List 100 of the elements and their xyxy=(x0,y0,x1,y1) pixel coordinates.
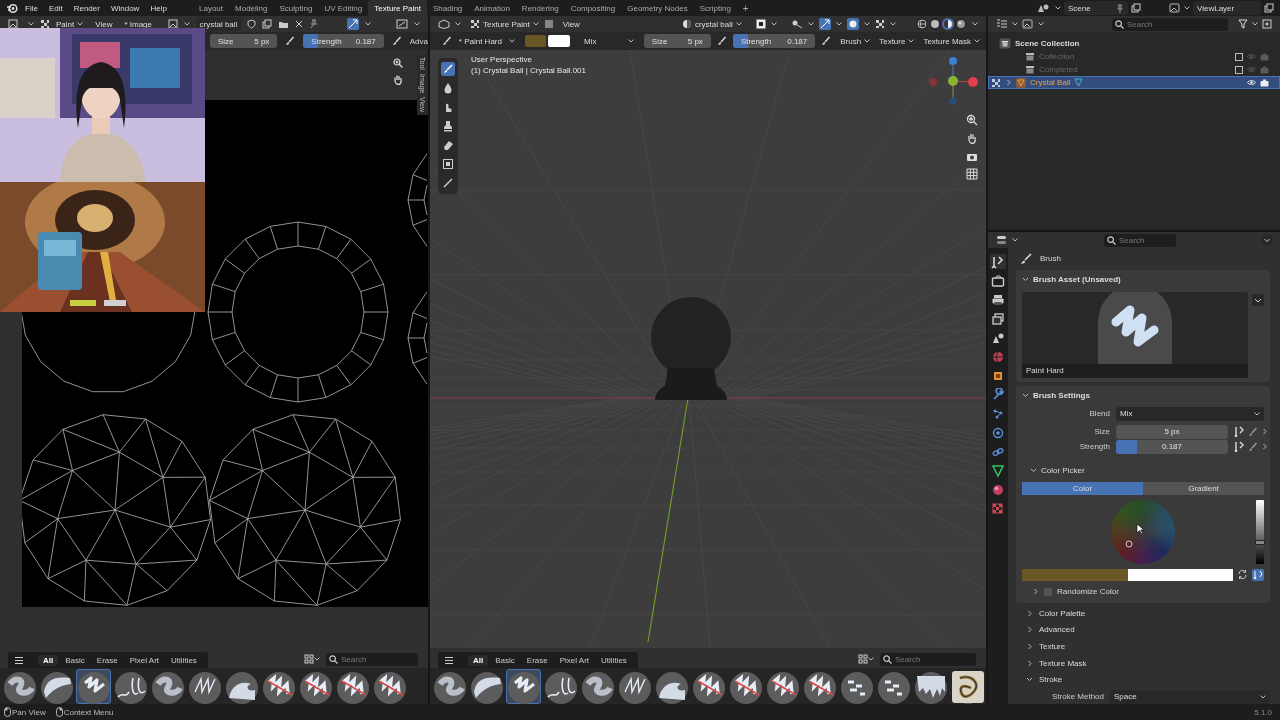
panel-header[interactable]: Brush Settings xyxy=(1022,388,1264,403)
workspace-tab[interactable]: Sculpting xyxy=(273,0,319,16)
grid-view-icon[interactable] xyxy=(304,654,314,664)
wireframe-sphere-icon[interactable] xyxy=(916,18,928,30)
dropdown-icon[interactable] xyxy=(1252,293,1264,306)
brush-icon[interactable] xyxy=(441,62,455,76)
search-field[interactable]: Search xyxy=(1104,233,1176,247)
brush-thumbnail[interactable] xyxy=(187,669,222,704)
size-field[interactable]: 5 px xyxy=(1116,424,1228,439)
brush-icon[interactable] xyxy=(716,36,727,46)
folder-icon[interactable] xyxy=(278,19,290,29)
stamp-icon[interactable] xyxy=(441,119,455,133)
shelf-tab[interactable]: Pixel Art xyxy=(554,654,595,666)
eraser-icon[interactable] xyxy=(441,138,455,152)
panel-header[interactable]: Brush Asset (Unsaved) xyxy=(1022,272,1264,287)
size-field[interactable]: Size 5 px xyxy=(643,34,711,48)
swap-icon[interactable] xyxy=(1237,569,1248,581)
brush-thumbnail[interactable] xyxy=(728,669,763,704)
shelf-tab[interactable]: Basic xyxy=(490,654,520,666)
section-header[interactable]: Color Palette xyxy=(1016,606,1270,620)
object-dropdown[interactable]: crystal ball xyxy=(681,19,742,29)
brush-icon[interactable] xyxy=(1234,441,1245,453)
grid-icon[interactable] xyxy=(966,168,978,180)
properties-tab[interactable] xyxy=(990,292,1006,307)
view-layer-field[interactable]: ViewLayer xyxy=(1193,1,1261,15)
color-swatch[interactable] xyxy=(1022,568,1128,581)
pen-icon[interactable] xyxy=(441,176,455,190)
section-header[interactable]: Texture xyxy=(1016,640,1270,653)
brush-thumbnail[interactable] xyxy=(950,669,985,704)
mode-dropdown[interactable]: Texture Paint xyxy=(470,19,539,29)
overlay-icon[interactable] xyxy=(847,18,859,30)
hand-icon[interactable] xyxy=(393,74,403,85)
brush-thumbnail[interactable] xyxy=(298,669,333,704)
brush-thumbnail[interactable] xyxy=(432,669,467,704)
overlay-icon[interactable] xyxy=(396,19,408,29)
size-field[interactable]: Size 5 px xyxy=(210,34,278,48)
brush-thumbnail[interactable] xyxy=(654,669,689,704)
brush-icon[interactable] xyxy=(285,36,296,46)
brush-thumbnail[interactable] xyxy=(580,669,615,704)
brush-icon[interactable] xyxy=(391,36,402,46)
properties-tab[interactable] xyxy=(990,273,1006,288)
brush-thumbnail[interactable] xyxy=(39,669,74,704)
search-field[interactable]: Search xyxy=(326,652,418,666)
strength-slider[interactable]: 0.187 xyxy=(1116,439,1228,454)
brush-thumbnail[interactable] xyxy=(617,669,652,704)
brush-icon[interactable] xyxy=(1234,426,1245,438)
menu-item[interactable]: Help xyxy=(150,3,167,13)
camera-icon[interactable] xyxy=(1260,78,1269,87)
grid-view-icon[interactable] xyxy=(858,654,868,664)
menu-item[interactable]: Texture xyxy=(879,36,915,46)
section-header[interactable]: Texture Mask xyxy=(1016,656,1270,670)
scene-field[interactable]: Scene xyxy=(1064,1,1128,15)
shelf-tab[interactable]: Pixel Art xyxy=(124,654,165,666)
workspace-tab[interactable]: Texture Paint xyxy=(368,0,427,16)
menu-item[interactable]: * Image xyxy=(124,19,152,29)
menu-item[interactable]: View xyxy=(562,19,580,29)
add-workspace-button[interactable]: + xyxy=(736,0,755,16)
shelf-tab[interactable]: Utilities xyxy=(596,654,632,666)
section-header[interactable]: Stroke xyxy=(1016,673,1270,686)
snap-icon[interactable] xyxy=(819,18,831,30)
picker-tab[interactable]: Color xyxy=(1022,481,1143,495)
properties-tab[interactable] xyxy=(990,254,1006,269)
randomize-checkbox[interactable]: Randomize Color xyxy=(1044,587,1119,597)
image-stack-icon[interactable] xyxy=(1169,3,1181,13)
menu-item[interactable]: Brush xyxy=(840,36,871,46)
properties-tab[interactable] xyxy=(990,463,1006,478)
color-swatch[interactable] xyxy=(548,35,570,47)
menu-item[interactable]: View xyxy=(95,19,113,29)
panel-header[interactable]: Color Picker xyxy=(1022,463,1264,478)
menu-icon[interactable] xyxy=(444,655,454,665)
workspace-tab[interactable]: Geometry Nodes xyxy=(621,0,694,16)
workspace-tab[interactable]: Shading xyxy=(426,0,469,16)
brush-thumbnail[interactable] xyxy=(2,669,37,704)
properties-icon[interactable] xyxy=(996,235,1008,245)
brush-thumbnail[interactable] xyxy=(543,669,578,704)
brush-thumbnail[interactable] xyxy=(802,669,837,704)
menu-item[interactable]: Edit xyxy=(48,3,63,13)
mask-icon[interactable] xyxy=(441,157,455,171)
zoom-icon[interactable] xyxy=(966,114,978,126)
shelf-tab[interactable]: All xyxy=(38,654,59,666)
copy-icon[interactable] xyxy=(1264,3,1274,13)
brush-thumbnail[interactable] xyxy=(372,669,407,704)
picker-tab[interactable]: Gradient xyxy=(1143,481,1264,495)
properties-tab[interactable] xyxy=(990,425,1006,440)
blend-dropdown[interactable]: Mix xyxy=(1116,406,1264,421)
snap-icon[interactable] xyxy=(347,18,360,30)
mode-dropdown[interactable]: Paint xyxy=(56,19,84,29)
brush-thumbnail[interactable] xyxy=(913,669,948,704)
menu-item[interactable]: File xyxy=(25,3,38,13)
color-swatch[interactable] xyxy=(524,35,547,47)
shelf-tab[interactable]: Erase xyxy=(521,654,553,666)
zoom-icon[interactable] xyxy=(393,58,403,68)
app-logo-icon[interactable] xyxy=(6,2,18,14)
brush-thumbnail[interactable] xyxy=(469,669,504,704)
menu-item[interactable]: Window xyxy=(110,3,140,13)
copy-icon[interactable] xyxy=(1131,3,1141,13)
properties-tab[interactable] xyxy=(990,311,1006,326)
workspace-tab[interactable]: Rendering xyxy=(515,0,565,16)
brush-thumbnail[interactable] xyxy=(876,669,911,704)
menu-item[interactable]: Texture Mask xyxy=(923,36,980,46)
